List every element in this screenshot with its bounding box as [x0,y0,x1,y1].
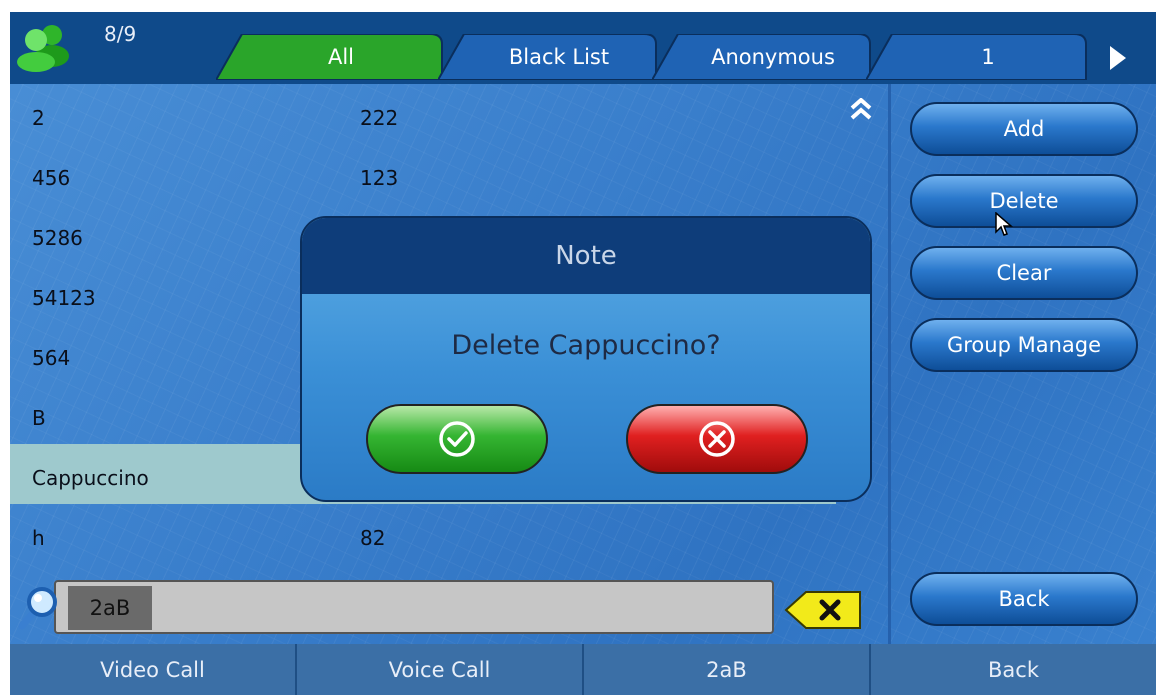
tab-anonymous[interactable]: Anonymous [652,34,874,80]
contact-name: 456 [32,166,71,190]
search-value: 2aB [68,586,152,630]
contact-count: 8/9 [104,22,137,46]
confirm-button[interactable] [366,404,548,474]
tab-black-list-label: Black List [508,45,610,69]
contact-number: 222 [360,106,399,130]
search-input[interactable]: 2aB [54,580,774,634]
list-item[interactable]: h 82 [10,504,890,564]
contact-number: 123 [360,166,399,190]
backspace-icon[interactable] [784,588,864,632]
contact-name: 5286 [32,226,83,250]
contact-name: B [32,406,46,430]
contact-name: Cappuccino [32,466,149,490]
confirm-dialog: Note Delete Cappuccino? [300,216,872,502]
contact-name: h [32,526,45,550]
dialog-message: Delete Cappuccino? [451,330,721,361]
check-icon [439,421,475,457]
tab-group-1-label: 1 [981,45,995,69]
dialog-title: Note [302,218,870,294]
softkey-input-mode[interactable]: 2aB [584,644,871,695]
cursor-icon [995,212,1013,236]
delete-button[interactable]: Delete [910,174,1138,228]
cancel-button[interactable] [626,404,808,474]
next-arrow-icon[interactable] [1110,46,1126,70]
softkey-bar: Video Call Voice Call 2aB Back [10,644,1156,695]
tab-anonymous-label: Anonymous [711,45,835,69]
softkey-video-call[interactable]: Video Call [10,644,297,695]
tab-black-list[interactable]: Black List [438,34,660,80]
contact-name: 564 [32,346,71,370]
search-icon[interactable] [14,584,62,632]
tab-group-1[interactable]: 1 [866,34,1090,80]
tab-all[interactable]: All [216,34,446,80]
back-button[interactable]: Back [910,572,1138,626]
list-item[interactable]: 456 123 [10,144,890,204]
list-item[interactable]: 2 222 [10,84,890,144]
softkey-voice-call[interactable]: Voice Call [297,644,584,695]
softkey-back[interactable]: Back [871,644,1156,695]
clear-button[interactable]: Clear [910,246,1138,300]
scroll-up-icon[interactable] [848,98,874,120]
vertical-divider [888,84,891,644]
tab-all-label: All [327,45,355,69]
add-button[interactable]: Add [910,102,1138,156]
phone-screen: 8/9 All Black List Anonymous 1 2 222 456… [10,12,1156,695]
cancel-icon [699,421,735,457]
contact-number: 82 [360,526,386,550]
contacts-icon [17,25,69,72]
top-bar: 8/9 All Black List Anonymous 1 [10,12,1156,84]
group-manage-button[interactable]: Group Manage [910,318,1138,372]
contact-name: 2 [32,106,45,130]
contact-name: 54123 [32,286,96,310]
